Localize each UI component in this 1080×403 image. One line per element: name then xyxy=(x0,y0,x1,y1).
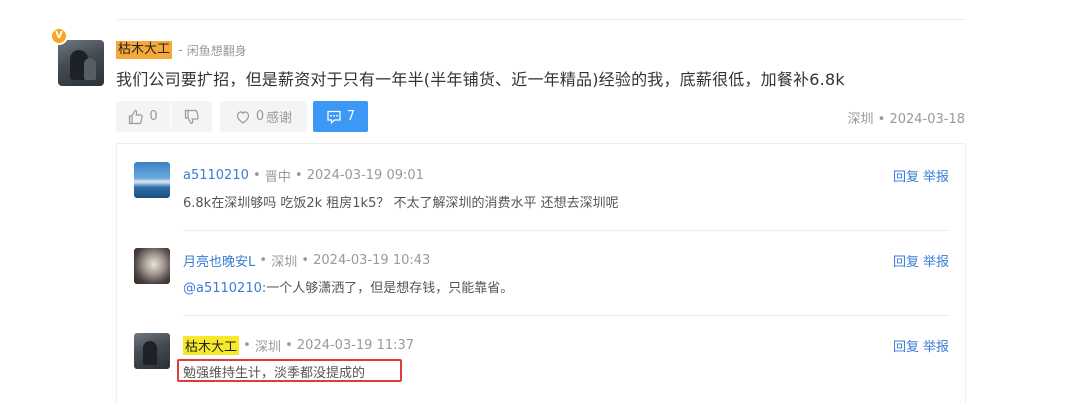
author-name[interactable]: 枯木大工 xyxy=(116,41,173,59)
thanks-label: 感谢 xyxy=(266,111,293,126)
comment-count: 7 xyxy=(346,109,356,124)
meta-dot: • xyxy=(239,338,255,353)
reply-location: 深圳 xyxy=(254,340,281,355)
author-line: 枯木大工 - 闲鱼想翻身 xyxy=(116,40,247,60)
report-button[interactable]: 举报 xyxy=(923,340,949,355)
post-location: 深圳 xyxy=(847,112,874,127)
like-button[interactable]: 0 xyxy=(116,101,170,132)
meta-dot: • xyxy=(297,253,314,268)
reply-divider xyxy=(183,230,949,231)
dislike-button[interactable] xyxy=(171,101,212,132)
reply-ops: 回复 举报 xyxy=(893,336,949,355)
reply-time: 2024-03-19 10:43 xyxy=(313,253,431,268)
like-count: 0 xyxy=(149,109,158,124)
report-button[interactable]: 举报 xyxy=(923,255,949,270)
reply-button[interactable]: 回复 xyxy=(893,340,919,355)
reply-username[interactable]: a5110210 xyxy=(183,168,249,183)
thumbs-down-icon xyxy=(184,109,200,125)
author-title: 闲鱼想翻身 xyxy=(186,43,247,58)
avatar-figure xyxy=(143,341,157,365)
vip-badge-icon: V xyxy=(50,27,68,45)
highlight-box xyxy=(177,359,402,382)
avatar[interactable] xyxy=(134,333,170,369)
thumbs-up-icon xyxy=(128,109,144,125)
reply-button[interactable]: 回复 xyxy=(893,170,919,185)
reply-username[interactable]: 月亮也晚安L xyxy=(183,251,255,270)
post-content: 我们公司要扩招，但是薪资对于只有一年半(半年铺货、近一年精品)经验的我，底薪很低… xyxy=(116,70,845,89)
reply-body: 一个人够潇洒了，但是想存钱，只能靠省。 xyxy=(266,281,514,296)
reply-username[interactable]: 枯木大工 xyxy=(183,336,240,355)
thanks-count: 0 xyxy=(255,109,265,124)
reply-ops: 回复 举报 xyxy=(893,251,949,270)
reply-header: 月亮也晚安L • 深圳 • 2024-03-19 10:43 xyxy=(183,251,430,270)
meta-dot: • xyxy=(280,338,297,353)
reply-divider xyxy=(183,315,949,316)
avatar-figure-2 xyxy=(84,58,96,80)
comment-icon xyxy=(326,109,342,125)
reply-button[interactable]: 回复 xyxy=(893,255,919,270)
reply-time: 2024-03-19 09:01 xyxy=(306,168,424,183)
post: V 枯木大工 - 闲鱼想翻身 我们公司要扩招，但是薪资对于只有一年半(半年铺货、… xyxy=(0,0,1080,403)
comment-button[interactable]: 7 xyxy=(313,101,368,132)
meta-dot: • xyxy=(877,112,890,127)
post-date: 2024-03-18 xyxy=(889,112,965,127)
reply-header: a5110210 • 晋中 • 2024-03-19 09:01 xyxy=(183,166,424,185)
reply-header: 枯木大工 • 深圳 • 2024-03-19 11:37 xyxy=(183,336,414,355)
reply-location: 晋中 xyxy=(264,170,291,185)
post-actions: 0 0 感谢 7 xyxy=(116,101,368,132)
avatar[interactable] xyxy=(134,248,170,284)
thanks-button[interactable]: 0 感谢 xyxy=(220,101,307,132)
avatar[interactable] xyxy=(58,40,104,86)
post-meta: 深圳 • 2024-03-18 xyxy=(847,108,965,127)
author-separator: - xyxy=(178,42,183,58)
meta-dot: • xyxy=(248,168,265,183)
reply-ops: 回复 举报 xyxy=(893,166,949,185)
reply-mention[interactable]: @a5110210: xyxy=(183,281,266,296)
avatar[interactable] xyxy=(134,162,170,198)
heart-icon xyxy=(235,109,251,125)
reply-text: 6.8k在深圳够吗 吃饭2k 租房1k5？ 不太了解深圳的消费水平 还想去深圳呢 xyxy=(183,196,619,211)
reply-time: 2024-03-19 11:37 xyxy=(296,338,415,353)
meta-dot: • xyxy=(290,168,307,183)
reply-text: @a5110210:一个人够潇洒了，但是想存钱，只能靠省。 xyxy=(183,277,513,296)
report-button[interactable]: 举报 xyxy=(923,170,949,185)
reply-location: 深圳 xyxy=(271,255,298,270)
meta-dot: • xyxy=(255,253,272,268)
